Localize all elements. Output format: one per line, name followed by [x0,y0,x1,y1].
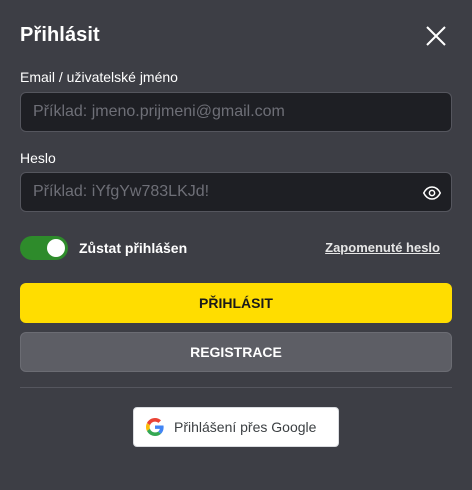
register-button[interactable]: REGISTRACE [20,332,452,372]
login-dialog: Přihlásit Email / uživatelské jméno Hesl… [0,0,472,490]
remember-me-toggle[interactable] [20,236,68,260]
email-field-container [20,92,452,132]
forgot-password-link[interactable]: Zapomenuté heslo [325,240,440,255]
login-button[interactable]: PŘIHLÁSIT [20,283,452,323]
dialog-title: Přihlásit [20,24,100,46]
password-label: Heslo [20,150,56,166]
eye-icon[interactable] [423,184,441,202]
google-signin-button[interactable]: Přihlášení přes Google [133,407,339,447]
google-logo-icon [146,418,164,436]
remember-me-label: Zůstat přihlášen [79,240,188,256]
toggle-knob [47,239,65,257]
close-icon [426,26,446,46]
google-signin-label: Přihlášení přes Google [174,419,317,435]
close-button[interactable] [424,24,448,48]
email-field[interactable] [33,93,413,131]
password-field-container [20,172,452,212]
password-field[interactable] [33,173,413,211]
divider [20,387,452,388]
email-label: Email / uživatelské jméno [20,69,178,85]
